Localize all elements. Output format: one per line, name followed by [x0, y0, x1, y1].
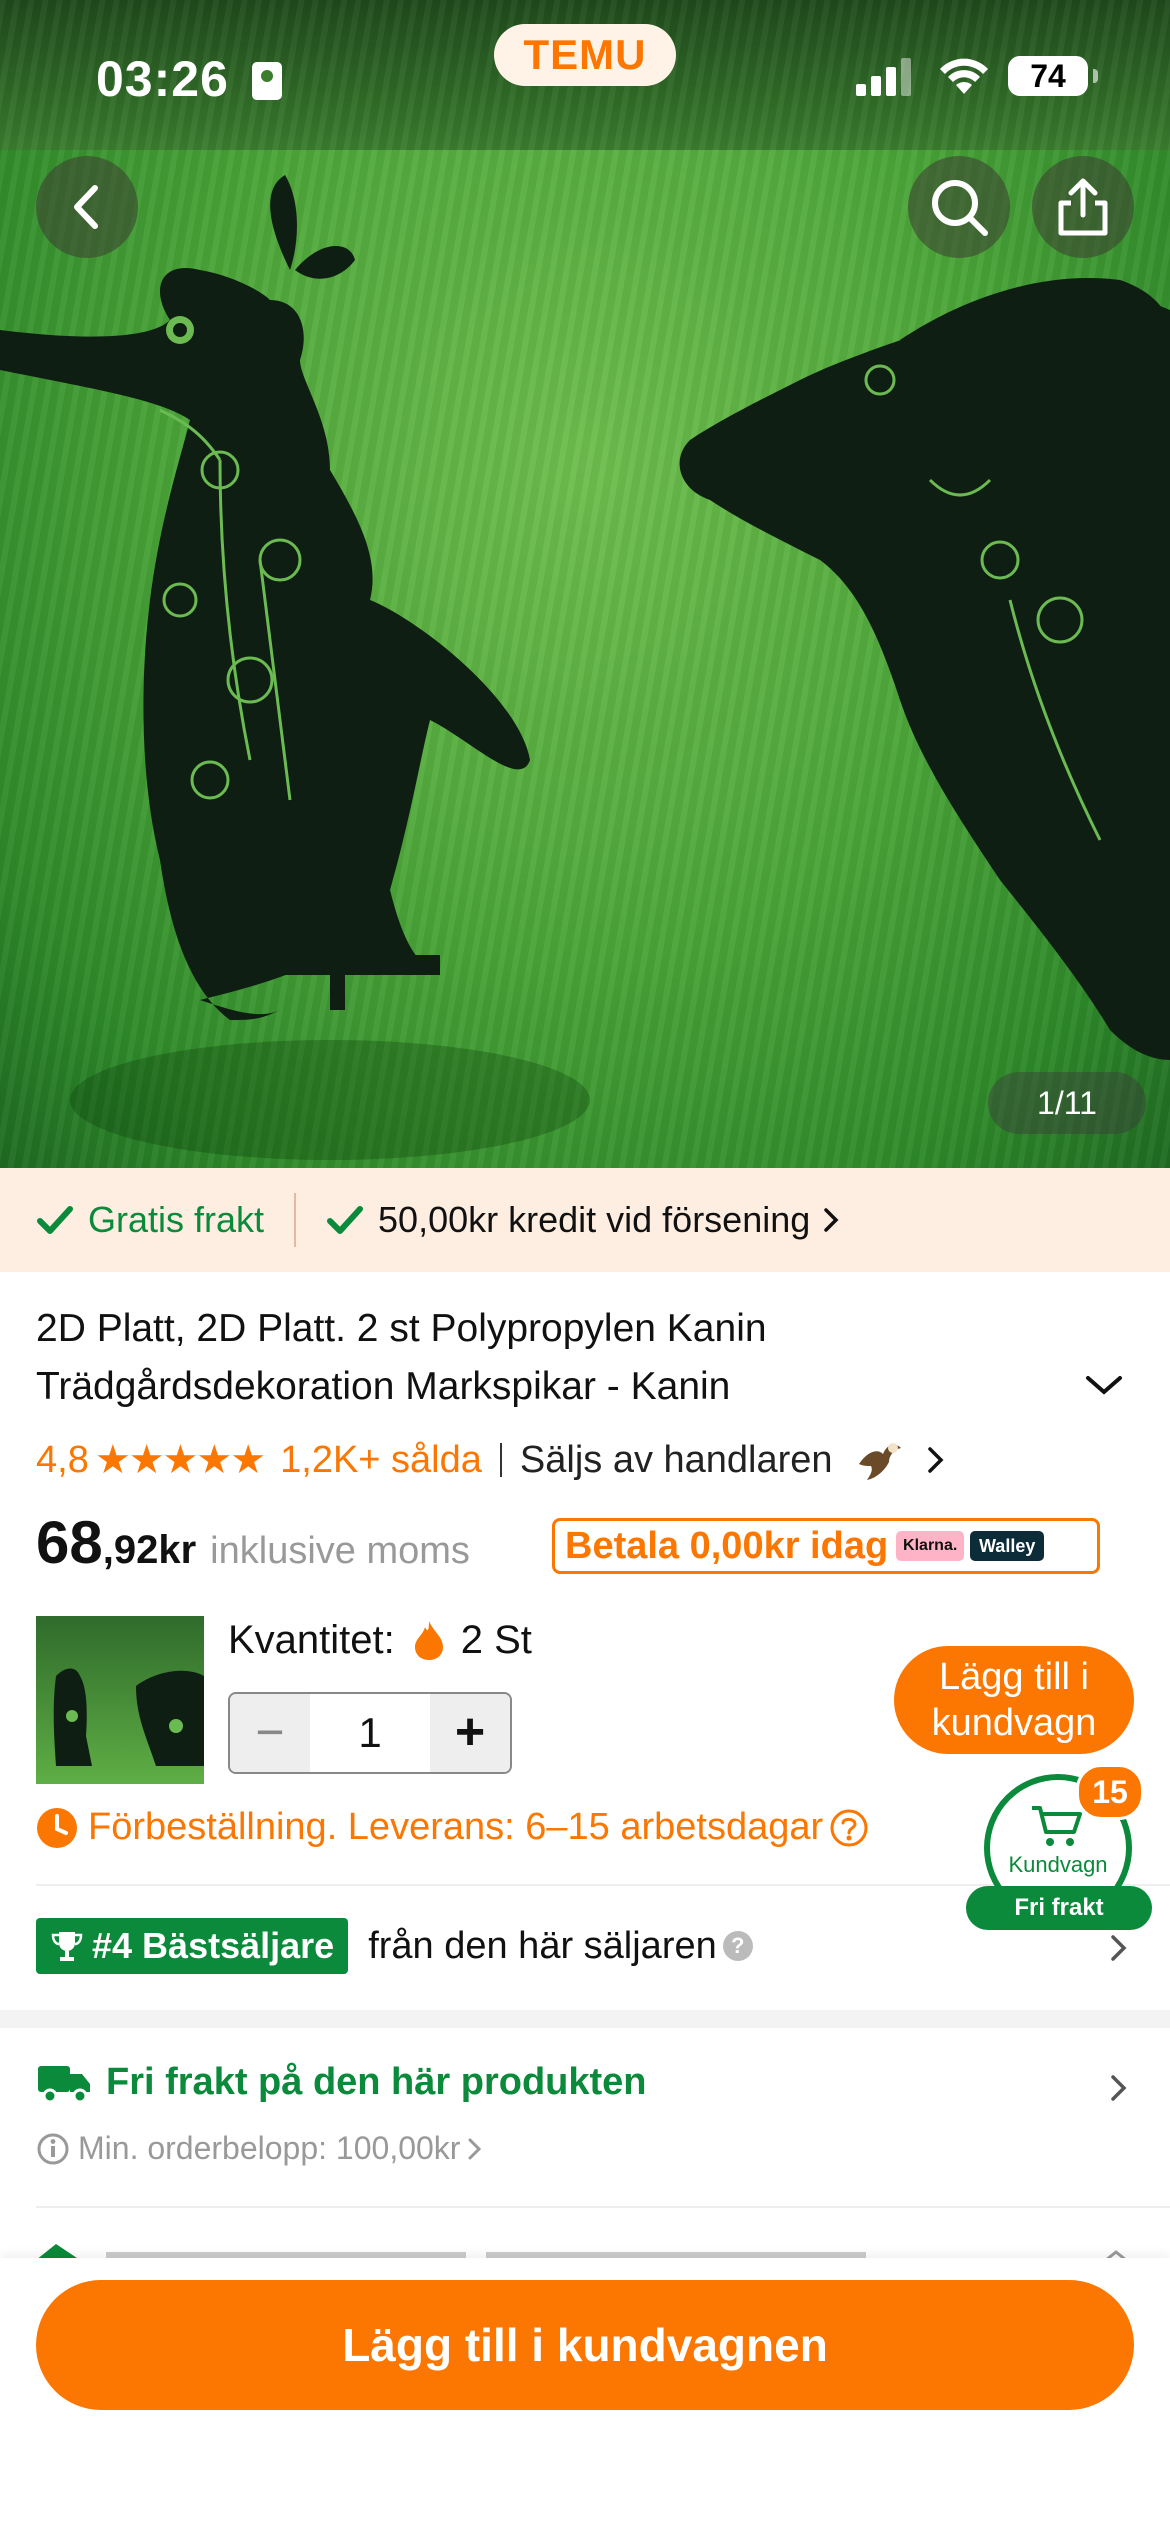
min-order-text: Min. orderbelopp: 100,00kr [78, 2130, 461, 2166]
quantity-stepper[interactable]: − 1 + [228, 1692, 512, 1774]
question-icon[interactable]: ? [722, 1931, 753, 1961]
rating-value: 4,8 [36, 1438, 89, 1481]
seller-label: Säljs av handlaren [519, 1438, 833, 1481]
rabbit-thumbnail-image [53, 1668, 204, 1766]
delay-credit-label: 50,00kr kredit vid försening [378, 1199, 811, 1240]
free-shipping-title: Fri frakt på den här produkten [106, 2060, 647, 2103]
check-icon [37, 1206, 73, 1234]
chevron-right-icon[interactable] [1108, 1932, 1130, 1964]
free-shipping-label: Gratis frakt [88, 1199, 265, 1240]
walley-logo: Walley [970, 1531, 1045, 1561]
stock-count: 2 St [460, 1617, 532, 1662]
bestseller-rank: #4 Bästsäljare [92, 1925, 335, 1966]
preorder-notice[interactable]: Förbeställning. Leverans: 6–15 arbetsdag… [36, 1806, 869, 1849]
chevron-right-icon [824, 1208, 839, 1232]
chevron-right-icon[interactable] [1108, 2072, 1130, 2104]
pay-today-label: Betala 0,00kr idag [565, 1524, 889, 1567]
search-icon [932, 180, 988, 236]
cart-free-shipping-pill: Fri frakt [966, 1886, 1152, 1930]
divider [499, 1443, 502, 1477]
shield-icon [36, 2244, 1127, 2260]
chevron-left-icon [74, 185, 98, 229]
chevron-right-icon [468, 2138, 482, 2159]
min-order-row[interactable]: Min. orderbelopp: 100,00kr [36, 2130, 484, 2167]
clock: 03:26 [96, 51, 229, 107]
quantity-row: Kvantitet: 2 St [228, 1612, 532, 1668]
promo-strip[interactable]: Gratis frakt 50,00kr kredit vid försenin… [0, 1168, 1170, 1272]
free-shipping-row[interactable]: Fri frakt på den här produkten [36, 2060, 647, 2104]
expand-title-button[interactable] [1082, 1370, 1126, 1400]
add-to-cart-small-button[interactable]: Lägg till i kundvagn [894, 1646, 1134, 1754]
price-row: 68 ,92kr inklusive moms [36, 1508, 470, 1578]
divider [294, 1193, 297, 1247]
seller-eagle-avatar-icon [858, 1443, 901, 1480]
price-decimal: ,92kr [102, 1528, 197, 1572]
chevron-right-icon [927, 1447, 944, 1473]
search-button[interactable] [908, 156, 1010, 258]
wifi-icon [940, 58, 988, 94]
truck-icon [38, 2066, 90, 2104]
increase-quantity-button[interactable]: + [430, 1694, 510, 1772]
share-button[interactable] [1032, 156, 1134, 258]
section-divider [0, 2010, 1170, 2028]
share-icon [1058, 178, 1108, 236]
cart-count-badge: 15 [1076, 1764, 1144, 1820]
shopping-cart-icon [1032, 1806, 1082, 1846]
sold-count: 1,2K+ sålda [280, 1438, 482, 1481]
cellular-signal-icon [856, 58, 911, 96]
preorder-text: Förbeställning. Leverans: 6–15 arbetsdag… [88, 1806, 824, 1848]
rating-row[interactable]: 4,8 ★★★★★ 1,2K+ sålda Säljs av handlaren [36, 1432, 947, 1488]
cart-label: Kundvagn [1008, 1852, 1108, 1877]
flame-icon [414, 1621, 443, 1660]
price-integer: 68 [36, 1509, 103, 1576]
star-rating-icon: ★★★★★ [94, 1438, 266, 1482]
back-button[interactable] [36, 156, 138, 258]
vat-note: inklusive moms [210, 1530, 470, 1572]
help-icon[interactable] [829, 1808, 869, 1848]
product-title: 2D Platt, 2D Platt. 2 st Polypropylen Ka… [36, 1307, 767, 1408]
check-icon [327, 1206, 364, 1234]
delay-credit-promo[interactable]: 50,00kr kredit vid försening [326, 1199, 842, 1241]
battery-indicator: 74 [1008, 56, 1098, 96]
klarna-logo: Klarna. [896, 1531, 965, 1561]
selected-variant-thumbnail[interactable] [36, 1616, 204, 1784]
add-to-cart-button[interactable]: Lägg till i kundvagnen [36, 2280, 1134, 2410]
clock-icon [37, 1807, 77, 1848]
image-counter: 1/11 [988, 1072, 1146, 1134]
next-section-peek [36, 2240, 1136, 2260]
pay-later-banner[interactable]: Betala 0,00kr idag Klarna. Walley [552, 1518, 1100, 1574]
trophy-icon [51, 1932, 83, 1961]
contact-card-icon [252, 62, 282, 100]
decrease-quantity-button[interactable]: − [230, 1694, 310, 1772]
status-bar: 03:26 TEMU 74 [0, 0, 1170, 150]
quantity-label: Kvantitet: [228, 1617, 395, 1662]
info-icon [37, 2133, 69, 2164]
bestseller-text: från den här säljaren [368, 1924, 717, 1967]
divider [36, 2206, 1170, 2208]
bestseller-row[interactable]: #4 Bästsäljare från den här säljaren ? [36, 1916, 753, 1976]
bestseller-badge: #4 Bästsäljare [36, 1918, 349, 1974]
quantity-value[interactable]: 1 [310, 1694, 430, 1772]
temu-logo: TEMU [494, 24, 676, 86]
free-shipping-promo: Gratis frakt [36, 1199, 264, 1241]
